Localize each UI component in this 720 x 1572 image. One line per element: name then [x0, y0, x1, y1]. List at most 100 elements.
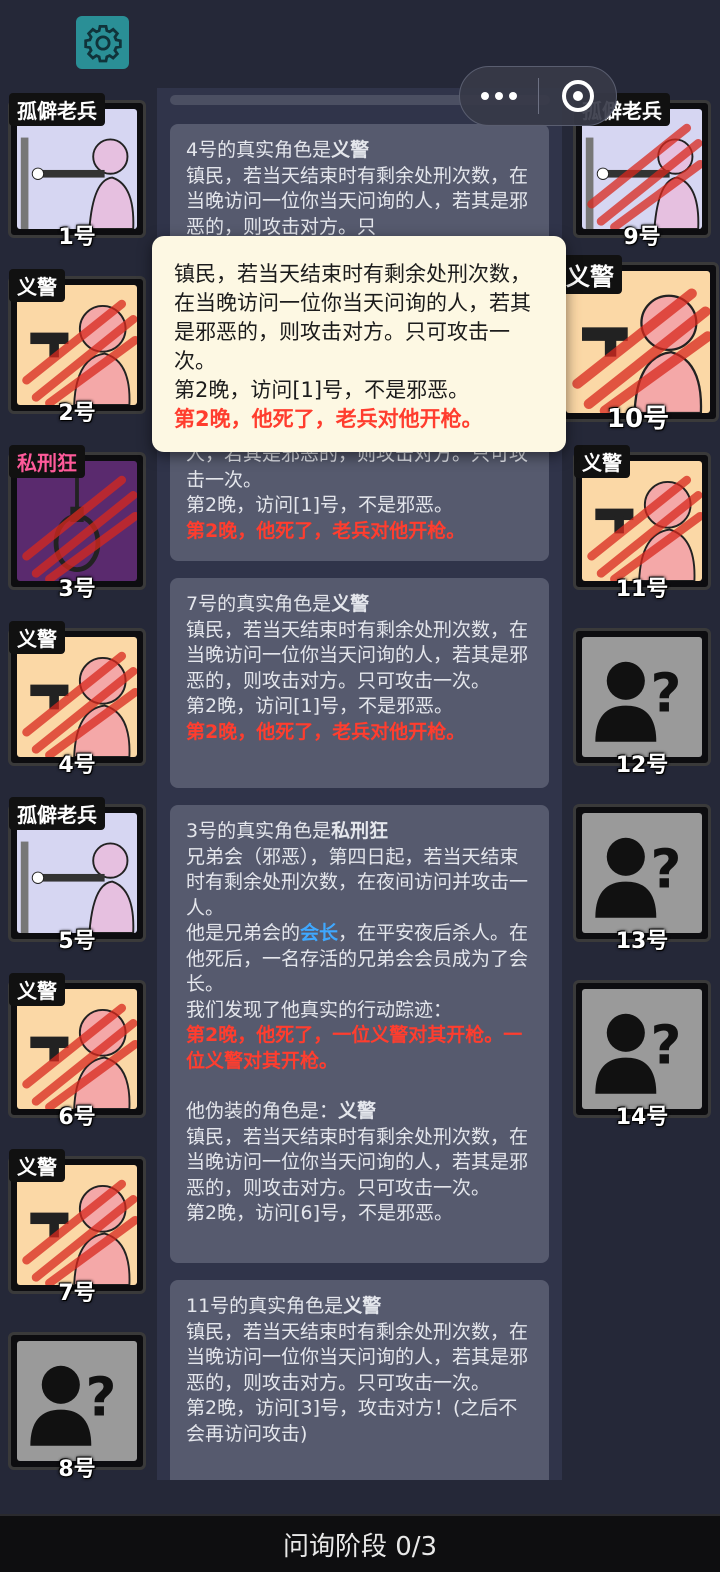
- message-card: 7号的真实角色是义警 镇民，若当天结束时有剩余处刑次数，在当晚访问一位你当天问询…: [170, 578, 549, 788]
- card-portrait: [17, 461, 137, 581]
- card-portrait: [17, 285, 137, 405]
- unknown-person-icon: ?: [582, 813, 702, 933]
- message-visit: 第2晚，访问[6]号，不是邪恶。: [186, 1202, 454, 1224]
- message-trace: 我们发现了他真实的行动踪迹：: [186, 998, 453, 1021]
- message-body: 镇民，若当天结束时有剩余处刑次数，在当晚访问一位你当天问询的人，若其是邪恶的，则…: [186, 1320, 529, 1394]
- player-number: 1号: [58, 225, 96, 250]
- message-card: 4号的真实角色是义警 镇民，若当天结束时有剩余处刑次数，在当晚访问一位你当天问询…: [170, 124, 549, 254]
- svg-text:?: ?: [86, 1365, 117, 1428]
- player-number: 8号: [58, 1457, 96, 1482]
- message-death: 第2晚，他死了，一位义警对其开枪。一位义警对其开枪。: [186, 1024, 523, 1072]
- card-portrait: [17, 109, 137, 229]
- role-tag: 孤僻老兵: [9, 797, 105, 830]
- role-tag: 私刑狂: [9, 445, 85, 478]
- role-tag: 义警: [9, 973, 65, 1006]
- phase-bar: 问询阶段 0/3: [0, 1514, 720, 1572]
- gear-icon: [83, 24, 122, 62]
- role-portrait: [582, 109, 702, 229]
- player-card[interactable]: ? 14号: [573, 980, 711, 1130]
- message-role: 义警: [331, 593, 370, 615]
- message-visit: 第2晚，访问[1]号，不是邪恶。: [186, 494, 454, 516]
- more-dots-icon[interactable]: [460, 92, 538, 100]
- message-role: 义警: [331, 139, 370, 161]
- tooltip-visit: 第2晚，访问[1]号，不是邪恶。: [174, 378, 470, 402]
- message-death: 第2晚，他死了，老兵对他开枪。: [186, 720, 466, 743]
- role-tag: 义警: [9, 621, 65, 654]
- player-number: 11号: [615, 577, 669, 602]
- message-body: 他是兄弟会的会长，在平安夜后杀人。在他死后，一名存活的兄弟会会员成为了会长。: [186, 922, 529, 995]
- card-portrait: [582, 109, 702, 229]
- card-portrait: ?: [17, 1341, 137, 1461]
- message-disguise-role: 义警: [338, 1100, 377, 1122]
- card-portrait: ?: [582, 637, 702, 757]
- unknown-person-icon: ?: [582, 989, 702, 1109]
- player-number: 5号: [58, 929, 96, 954]
- role-portrait: [17, 1165, 137, 1285]
- role-tag: 义警: [9, 269, 65, 302]
- player-number: 3号: [58, 577, 96, 602]
- svg-text:?: ?: [651, 837, 682, 900]
- role-portrait: [582, 461, 702, 581]
- role-tooltip: 镇民，若当天结束时有剩余处刑次数，在当晚访问一位你当天问询的人，若其是邪恶的，则…: [152, 236, 566, 452]
- player-card[interactable]: 义警 2号: [8, 269, 146, 426]
- message-head: 11号的真实角色是: [186, 1295, 344, 1317]
- message-role: 私刑狂: [331, 820, 389, 842]
- card-portrait: [17, 989, 137, 1109]
- message-body: 镇民，若当天结束时有剩余处刑次数，在当晚访问一位你当天问询的人，若其是邪恶的，则…: [186, 164, 529, 238]
- player-number: 7号: [58, 1281, 96, 1306]
- player-card[interactable]: 义警 6号: [8, 973, 146, 1130]
- svg-text:?: ?: [651, 1013, 682, 1076]
- message-body: 兄弟会（邪恶），第四日起，若当天结束时有剩余处刑次数，在夜间访问并攻击一人。: [186, 845, 529, 919]
- tooltip-body: 镇民，若当天结束时有剩余处刑次数，在当晚访问一位你当天问询的人，若其是邪恶的，则…: [174, 262, 531, 373]
- role-portrait: [17, 813, 137, 933]
- role-tag: 义警: [558, 255, 622, 294]
- role-tag: 孤僻老兵: [9, 93, 105, 126]
- message-card: 3号的真实角色是私刑狂 兄弟会（邪恶），第四日起，若当天结束时有剩余处刑次数，在…: [170, 805, 549, 1263]
- message-head: 7号的真实角色是: [186, 593, 332, 615]
- player-card[interactable]: ? 12号: [573, 628, 711, 778]
- player-number: 9号: [623, 225, 661, 250]
- card-portrait: ?: [582, 813, 702, 933]
- leader-link[interactable]: 会长: [300, 922, 338, 944]
- message-role: 义警: [343, 1295, 382, 1317]
- tooltip-death: 第2晚，他死了，老兵对他开枪。: [174, 407, 483, 431]
- player-card[interactable]: 义警 10号: [557, 255, 719, 434]
- settings-button[interactable]: [76, 16, 129, 69]
- player-number: 6号: [58, 1105, 96, 1130]
- player-card[interactable]: ? 13号: [573, 804, 711, 954]
- player-card[interactable]: 义警 7号: [8, 1149, 146, 1306]
- svg-text:?: ?: [651, 661, 682, 724]
- message-body: 镇民，若当天结束时有剩余处刑次数，在当晚访问一位你当天问询的人，若其是邪恶的，则…: [186, 618, 529, 692]
- target-icon: [561, 80, 594, 112]
- menu-capsule: [459, 66, 617, 126]
- player-card[interactable]: 孤僻老兵 1号: [8, 93, 146, 250]
- message-head: 3号的真实角色是: [186, 820, 332, 842]
- role-portrait: [17, 461, 137, 581]
- card-portrait: ?: [582, 989, 702, 1109]
- message-disguise: 他伪装的角色是：: [186, 1100, 339, 1122]
- player-card[interactable]: 孤僻老兵 5号: [8, 797, 146, 954]
- player-card[interactable]: 义警 4号: [8, 621, 146, 778]
- role-portrait: [17, 637, 137, 757]
- phase-label: 问询阶段 0/3: [282, 1531, 438, 1562]
- card-portrait: [582, 461, 702, 581]
- unknown-person-icon: ?: [17, 1341, 137, 1461]
- role-tag: 义警: [574, 445, 630, 478]
- player-card[interactable]: 义警 11号: [573, 445, 711, 602]
- message-visit: 第2晚，访问[3]号，攻击对方！(之后不会再访问攻击): [186, 1397, 518, 1445]
- player-number: 4号: [58, 753, 96, 778]
- message-visit: 第2晚，访问[1]号，不是邪恶。: [186, 695, 454, 717]
- role-tag: 义警: [9, 1149, 65, 1182]
- role-portrait: [17, 989, 137, 1109]
- close-target-button[interactable]: [539, 78, 616, 114]
- role-portrait: [17, 109, 137, 229]
- player-number: 2号: [58, 401, 96, 426]
- unknown-person-icon: ?: [582, 637, 702, 757]
- player-number: 12号: [615, 753, 669, 778]
- player-card[interactable]: 私刑狂 3号: [8, 445, 146, 602]
- card-portrait: [17, 637, 137, 757]
- player-card[interactable]: ? 8号: [8, 1332, 146, 1482]
- message-card: 11号的真实角色是义警 镇民，若当天结束时有剩余处刑次数，在当晚访问一位你当天问…: [170, 1280, 549, 1480]
- player-number: 13号: [615, 929, 669, 954]
- message-body: 镇民，若当天结束时有剩余处刑次数，在当晚访问一位你当天问询的人，若其是邪恶的，则…: [186, 1125, 529, 1199]
